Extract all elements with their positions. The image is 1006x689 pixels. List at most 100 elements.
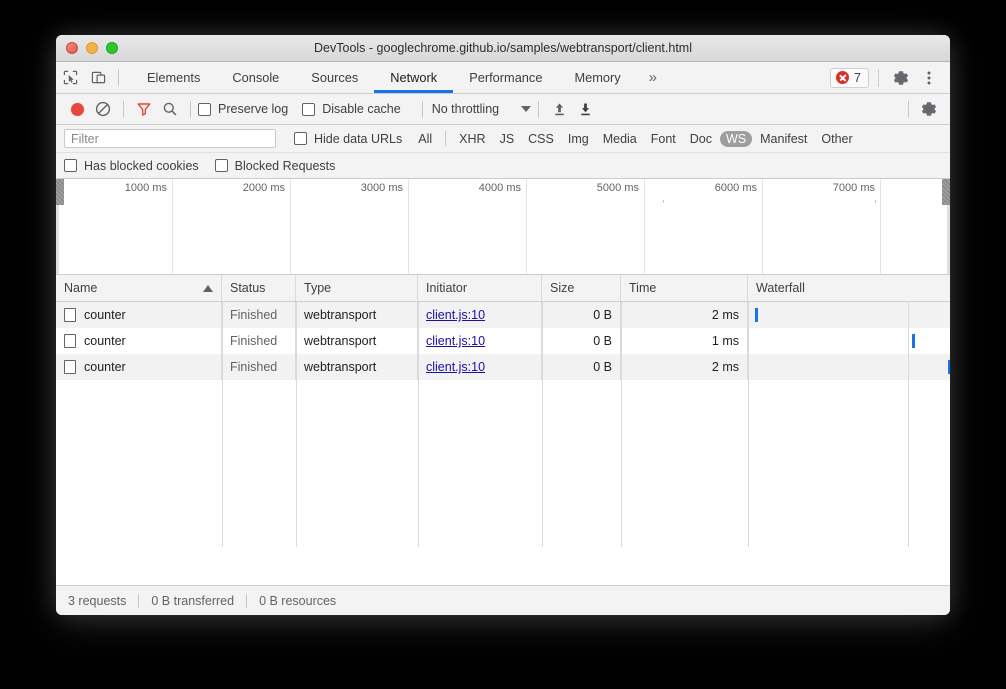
overview-column: 7000 ms (763, 179, 881, 274)
overview-tick-label: 2000 ms (243, 182, 285, 194)
blocked-requests-box (215, 159, 228, 172)
export-har-icon[interactable] (572, 96, 598, 122)
close-window-button[interactable] (66, 42, 78, 54)
chevron-down-icon (521, 106, 531, 112)
cell-initiator: client.js:10 (418, 302, 542, 328)
column-header-initiator[interactable]: Initiator (418, 275, 542, 301)
overview-left-resize-handle[interactable] (56, 179, 64, 205)
column-header-name-label: Name (64, 281, 97, 295)
request-name: counter (84, 360, 126, 374)
window-titlebar: DevTools - googlechrome.github.io/sample… (56, 35, 950, 62)
column-header-time[interactable]: Time (621, 275, 748, 301)
overview-column: 4000 ms (409, 179, 527, 274)
type-filter-other[interactable]: Other (815, 131, 858, 147)
error-count-badge[interactable]: 7 (830, 68, 869, 88)
type-filter-divider (445, 131, 446, 146)
type-filter-doc[interactable]: Doc (684, 131, 718, 147)
column-header-size[interactable]: Size (542, 275, 621, 301)
import-har-icon[interactable] (546, 96, 572, 122)
record-dot-icon (71, 103, 84, 116)
toolbar-divider-3 (422, 101, 423, 118)
search-icon[interactable] (157, 96, 183, 122)
hide-data-urls-checkbox[interactable]: Hide data URLs (294, 132, 402, 146)
tab-network[interactable]: Network (374, 62, 453, 93)
has-blocked-cookies-label: Has blocked cookies (84, 159, 199, 173)
preserve-log-box (198, 103, 211, 116)
filter-input[interactable] (64, 129, 276, 148)
initiator-link[interactable]: client.js:10 (426, 360, 485, 374)
preserve-log-checkbox[interactable]: Preserve log (198, 102, 288, 116)
gear-icon[interactable] (888, 65, 914, 91)
record-button[interactable] (64, 96, 90, 122)
overview-gridlines: 1000 ms 2000 ms 3000 ms 4000 ms 5000 ms … (56, 179, 950, 274)
overview-right-resize-handle[interactable] (942, 179, 950, 205)
disable-cache-label: Disable cache (322, 102, 401, 116)
table-row[interactable]: counter Finished webtransport client.js:… (56, 354, 950, 380)
has-blocked-cookies-checkbox[interactable]: Has blocked cookies (64, 159, 199, 173)
request-name: counter (84, 334, 126, 348)
overview-tick-label: 4000 ms (479, 182, 521, 194)
network-settings-gear-icon[interactable] (916, 96, 942, 122)
network-filter-bar: Hide data URLs All XHR JS CSS Img Media … (56, 125, 950, 153)
minimize-window-button[interactable] (86, 42, 98, 54)
filter-funnel-icon[interactable] (131, 96, 157, 122)
type-filter-all[interactable]: All (412, 131, 438, 147)
column-header-name[interactable]: Name (56, 275, 222, 301)
overview-column: 2000 ms (173, 179, 291, 274)
table-row[interactable]: counter Finished webtransport client.js:… (56, 328, 950, 354)
column-header-status[interactable]: Status (222, 275, 296, 301)
disable-cache-checkbox[interactable]: Disable cache (302, 102, 401, 116)
network-toolbar-right (901, 96, 942, 122)
tab-elements[interactable]: Elements (131, 62, 216, 93)
blocked-requests-label: Blocked Requests (235, 159, 336, 173)
type-filter-font[interactable]: Font (645, 131, 682, 147)
tab-memory[interactable]: Memory (558, 62, 636, 93)
table-row[interactable]: counter Finished webtransport client.js:… (56, 302, 950, 328)
cell-size: 0 B (542, 328, 621, 354)
type-filter-xhr[interactable]: XHR (453, 131, 491, 147)
throttling-dropdown[interactable]: No throttling (432, 102, 531, 116)
cell-type: webtransport (296, 302, 418, 328)
cell-status: Finished (222, 302, 296, 328)
column-header-waterfall[interactable]: Waterfall (748, 275, 950, 301)
cell-initiator: client.js:10 (418, 328, 542, 354)
cell-status: Finished (222, 328, 296, 354)
waterfall-bar (948, 360, 950, 374)
initiator-link[interactable]: client.js:10 (426, 334, 485, 348)
blocked-requests-checkbox[interactable]: Blocked Requests (215, 159, 336, 173)
status-divider-2 (246, 594, 247, 608)
request-document-icon (64, 334, 76, 348)
request-document-icon (64, 308, 76, 322)
zoom-window-button[interactable] (106, 42, 118, 54)
type-filter-css[interactable]: CSS (522, 131, 560, 147)
type-filter-js[interactable]: JS (494, 131, 521, 147)
type-filter-img[interactable]: Img (562, 131, 595, 147)
table-header-row: Name Status Type Initiator Size Time (56, 275, 950, 302)
throttling-value: No throttling (432, 102, 499, 116)
disable-cache-box (302, 103, 315, 116)
initiator-link[interactable]: client.js:10 (426, 308, 485, 322)
type-filter-ws[interactable]: WS (720, 131, 752, 147)
more-tabs-button[interactable]: » (637, 62, 669, 93)
column-header-type[interactable]: Type (296, 275, 418, 301)
resources-label: 0 B resources (259, 594, 336, 608)
request-document-icon (64, 360, 76, 374)
inspect-element-icon[interactable] (56, 62, 84, 93)
cell-time: 2 ms (621, 302, 748, 328)
more-vertical-icon[interactable] (916, 65, 942, 91)
tabbar-actions-divider (878, 69, 879, 87)
clear-button[interactable] (90, 96, 116, 122)
cell-waterfall (748, 302, 950, 328)
type-filter-manifest[interactable]: Manifest (754, 131, 813, 147)
tab-sources[interactable]: Sources (295, 62, 374, 93)
column-header-time-label: Time (629, 281, 656, 295)
tab-performance[interactable]: Performance (453, 62, 558, 93)
cell-status: Finished (222, 354, 296, 380)
type-filter-media[interactable]: Media (597, 131, 643, 147)
network-overview-timeline[interactable]: 1000 ms 2000 ms 3000 ms 4000 ms 5000 ms … (56, 179, 950, 275)
preserve-log-label: Preserve log (218, 102, 288, 116)
device-toolbar-icon[interactable] (84, 62, 112, 93)
tab-console[interactable]: Console (216, 62, 295, 93)
window-title: DevTools - googlechrome.github.io/sample… (56, 35, 950, 61)
cell-name: counter (56, 354, 222, 380)
